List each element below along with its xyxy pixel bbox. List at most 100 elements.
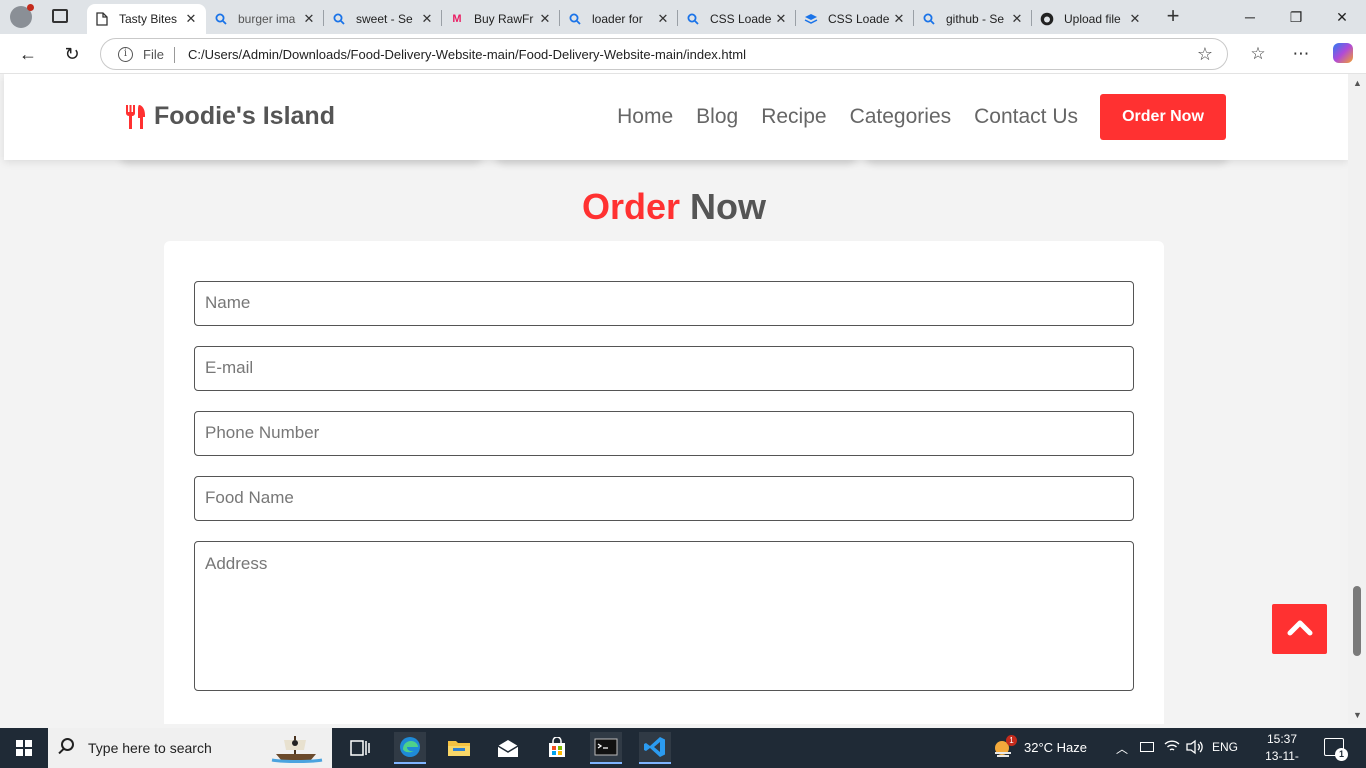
tab-buy-rawfr[interactable]: M Buy RawFr ✕ <box>442 4 560 34</box>
close-window-button[interactable]: ✕ <box>1330 5 1354 29</box>
heading-accent: Order <box>581 186 681 227</box>
site-header: Foodie's Island Home Blog Recipe Categor… <box>4 74 1348 160</box>
tab-github-search[interactable]: github - Se ✕ <box>914 4 1032 34</box>
tab-actions-icon[interactable] <box>52 9 68 23</box>
new-tab-button[interactable]: + <box>1162 5 1184 28</box>
tab-upload-file[interactable]: Upload file ✕ <box>1032 4 1150 34</box>
restore-button[interactable]: ❐ <box>1284 5 1308 29</box>
volume-icon[interactable] <box>1186 739 1204 760</box>
favorites-icon[interactable]: ☆ <box>1247 43 1269 65</box>
tab-title: Buy RawFr <box>474 12 534 26</box>
utensils-icon <box>124 104 148 130</box>
tab-burger-images[interactable]: burger ima ✕ <box>206 4 324 34</box>
email-input[interactable]: E-mail <box>194 346 1134 391</box>
page-scrollbar[interactable]: ▲ ▼ <box>1348 74 1366 724</box>
tab-css-loader-search[interactable]: CSS Loade ✕ <box>678 4 796 34</box>
nav-recipe[interactable]: Recipe <box>761 105 826 129</box>
address-textarea[interactable]: Address <box>194 541 1134 691</box>
tab-title: Upload file <box>1064 12 1121 26</box>
section-heading: Order Now <box>0 186 1348 228</box>
search-icon <box>922 12 936 26</box>
page-viewport: Foodie's Island Home Blog Recipe Categor… <box>0 74 1348 724</box>
clock-time: 15:37 <box>1266 732 1298 746</box>
tab-css-loaders[interactable]: CSS Loade ✕ <box>796 4 914 34</box>
phone-input[interactable]: Phone Number <box>194 411 1134 456</box>
windows-taskbar: Type here to search 1 32°C Haze ︿ ENG 15… <box>0 728 1366 768</box>
chevron-up-icon[interactable]: ︿ <box>1116 740 1128 757</box>
windows-start-icon[interactable] <box>16 740 32 756</box>
weather-badge: 1 <box>1006 735 1017 746</box>
tab-sweet-search[interactable]: sweet - Se ✕ <box>324 4 442 34</box>
heading-rest: Now <box>690 186 767 227</box>
scroll-to-top-button[interactable] <box>1272 604 1327 654</box>
nav-home[interactable]: Home <box>617 105 673 129</box>
store-icon[interactable] <box>541 732 573 764</box>
search-highlight-ship-icon <box>270 732 324 764</box>
taskbar-search[interactable]: Type here to search <box>48 728 332 768</box>
brand-name: Foodie's Island <box>154 102 335 130</box>
search-icon <box>332 12 346 26</box>
file-explorer-icon[interactable] <box>443 732 475 764</box>
task-view-icon[interactable] <box>344 732 376 764</box>
main-nav: Home Blog Recipe Categories Contact Us <box>617 105 1078 129</box>
info-icon[interactable]: i <box>118 47 133 62</box>
scheme-label: File <box>143 47 164 62</box>
close-icon[interactable]: ✕ <box>184 11 198 27</box>
myntra-icon: M <box>452 13 462 25</box>
scroll-down-arrow-icon[interactable]: ▼ <box>1353 710 1362 720</box>
search-icon <box>61 738 74 751</box>
close-icon[interactable]: ✕ <box>656 11 670 27</box>
copilot-icon[interactable] <box>1333 43 1353 63</box>
terminal-icon[interactable] <box>590 732 622 764</box>
chevron-up-icon <box>1287 618 1313 641</box>
browser-tab-strip: Tasty Bites ✕ burger ima ✕ sweet - Se ✕ … <box>0 0 1366 34</box>
clock[interactable]: 15:37 13-11-2024 <box>1254 731 1310 768</box>
tab-tasty-bites[interactable]: Tasty Bites ✕ <box>87 4 206 34</box>
weather-text[interactable]: 32°C Haze <box>1024 740 1087 755</box>
address-bar[interactable]: i File C:/Users/Admin/Downloads/Food-Del… <box>100 38 1228 70</box>
tab-title: CSS Loade <box>828 12 890 26</box>
language-indicator[interactable]: ENG <box>1212 740 1238 754</box>
reload-button[interactable]: ↻ <box>60 42 84 66</box>
nav-categories[interactable]: Categories <box>850 105 952 129</box>
site-logo[interactable]: Foodie's Island <box>124 102 335 131</box>
search-icon <box>686 12 700 26</box>
scrollbar-thumb[interactable] <box>1353 586 1361 656</box>
browser-toolbar: ← ↻ i File C:/Users/Admin/Downloads/Food… <box>0 34 1366 74</box>
taskbar-search-placeholder: Type here to search <box>88 740 212 756</box>
vscode-icon[interactable] <box>639 732 671 764</box>
scroll-up-arrow-icon[interactable]: ▲ <box>1353 78 1362 88</box>
mail-icon[interactable] <box>492 732 524 764</box>
close-icon[interactable]: ✕ <box>1128 11 1142 27</box>
battery-icon[interactable] <box>1140 742 1154 752</box>
minimize-button[interactable]: ─ <box>1238 5 1262 29</box>
wifi-icon[interactable] <box>1164 739 1180 758</box>
notification-center-icon[interactable]: 1 <box>1324 738 1348 761</box>
close-icon[interactable]: ✕ <box>420 11 434 27</box>
tab-loader-for[interactable]: loader for ✕ <box>560 4 678 34</box>
more-options-icon[interactable]: ⋯ <box>1290 43 1312 65</box>
close-icon[interactable]: ✕ <box>302 11 316 27</box>
back-button[interactable]: ← <box>16 42 40 66</box>
close-icon[interactable]: ✕ <box>538 11 552 27</box>
profile-avatar[interactable] <box>10 4 34 28</box>
nav-blog[interactable]: Blog <box>696 105 738 129</box>
close-icon[interactable]: ✕ <box>1010 11 1024 27</box>
clock-date: 13-11-2024 <box>1265 749 1299 768</box>
order-now-button[interactable]: Order Now <box>1100 94 1226 140</box>
edge-app-icon[interactable] <box>394 732 426 764</box>
github-icon <box>1040 12 1054 26</box>
tab-title: CSS Loade <box>710 12 772 26</box>
food-name-input[interactable]: Food Name <box>194 476 1134 521</box>
tab-title: github - Se <box>946 12 1005 26</box>
close-icon[interactable]: ✕ <box>774 11 788 27</box>
tab-title: loader for <box>592 12 643 26</box>
tab-title: Tasty Bites <box>119 12 178 26</box>
url-text[interactable]: C:/Users/Admin/Downloads/Food-Delivery-W… <box>188 47 746 62</box>
close-icon[interactable]: ✕ <box>892 11 906 27</box>
nav-contact-us[interactable]: Contact Us <box>974 105 1078 129</box>
favorite-star-icon[interactable]: ☆ <box>1197 44 1213 65</box>
notification-count: 1 <box>1335 748 1348 761</box>
name-input[interactable]: Name <box>194 281 1134 326</box>
divider <box>174 47 175 63</box>
